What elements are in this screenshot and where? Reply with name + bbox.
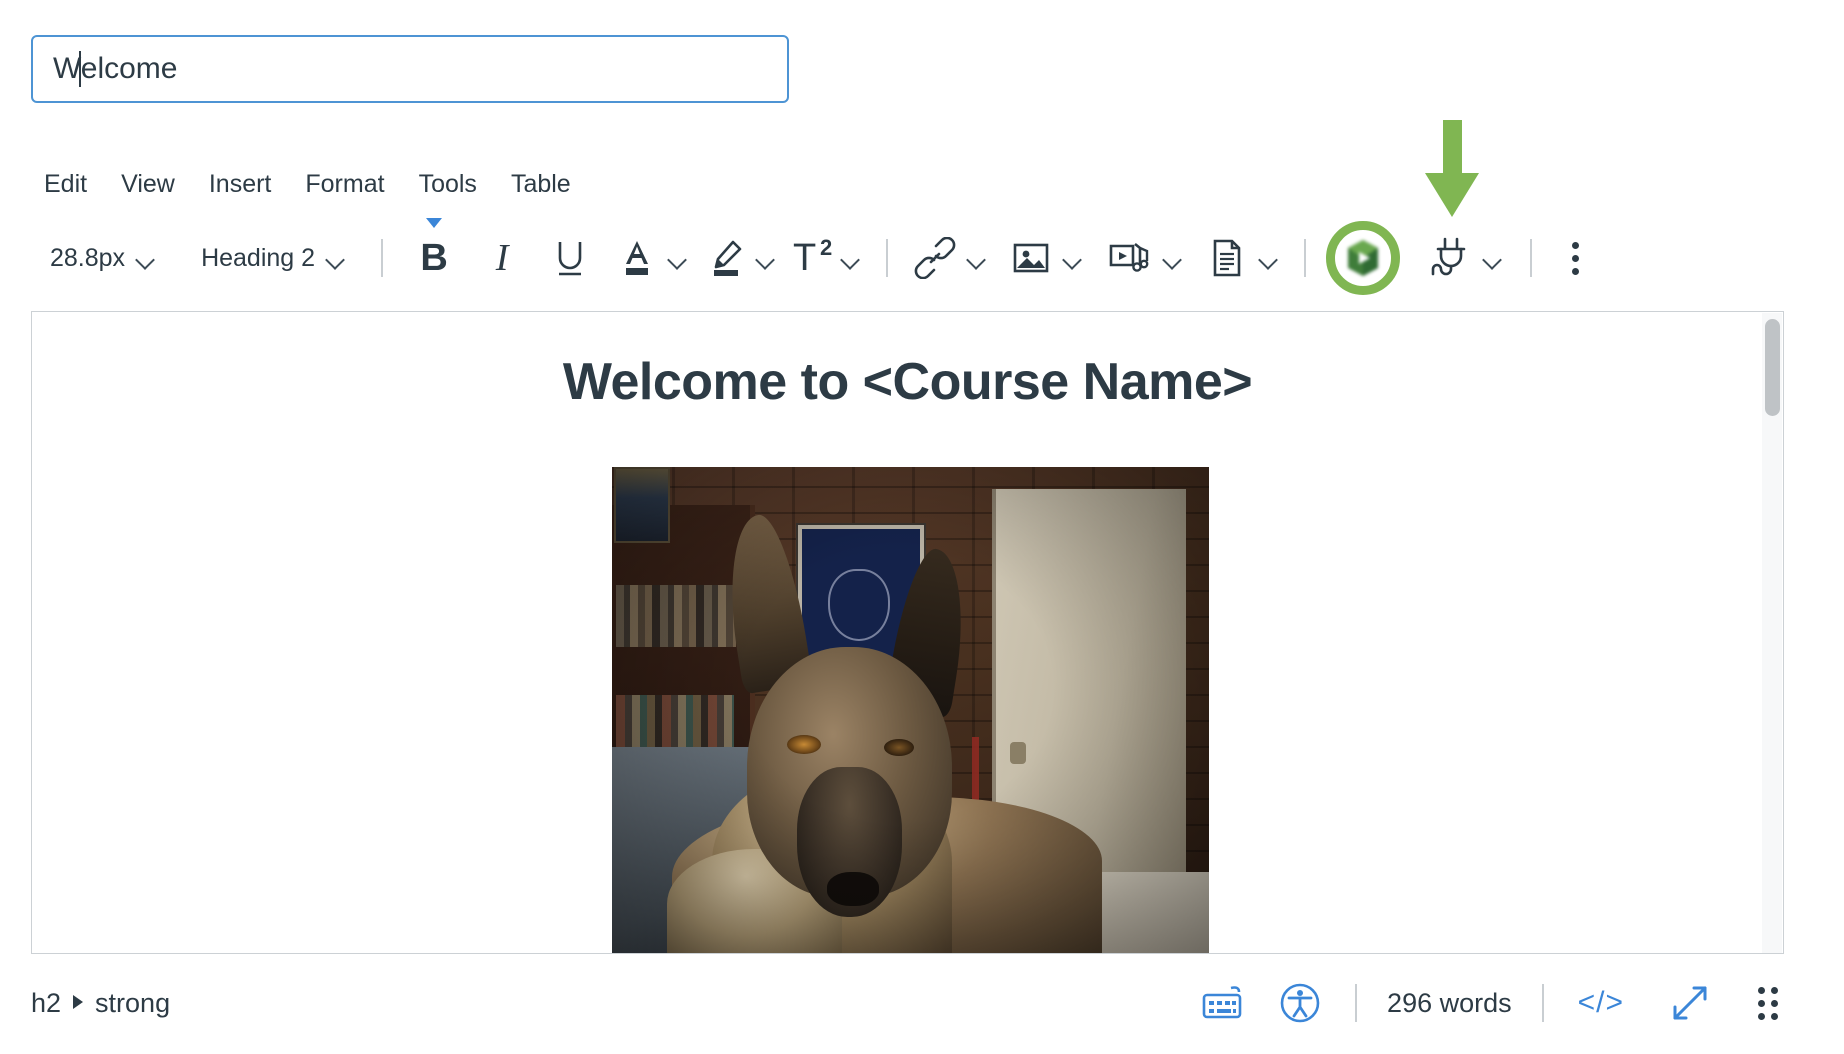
font-size-dropdown[interactable]: 28.8px [44,234,161,282]
toolbar-divider [1304,239,1307,277]
media-button[interactable] [1106,234,1182,282]
underline-button[interactable] [541,234,599,282]
superscript-icon: T [793,236,817,279]
underline-icon [558,242,582,276]
menu-view[interactable]: View [121,167,175,201]
kebab-menu-icon [1572,241,1580,275]
text-color-button[interactable] [617,234,687,282]
word-count: 296 words [1387,987,1512,1018]
superscript-button[interactable]: T 2 [793,234,860,282]
accessibility-checker-button[interactable] [1279,982,1321,1024]
link-icon [914,237,956,279]
studio-record-icon [1348,240,1379,276]
editor-menubar: Edit View Insert Format Tools Table [44,167,571,201]
toolbar-overflow-button[interactable] [1572,234,1580,282]
chevron-down-icon[interactable] [1164,253,1182,263]
editor-scrollbar-thumb[interactable] [1765,319,1780,416]
italic-icon: I [495,237,509,279]
active-indicator-icon [426,218,443,228]
bold-button[interactable]: B [405,218,463,282]
superscript-exponent: 2 [820,234,833,260]
annotation-highlight-ring [1326,221,1401,295]
document-heading: Welcome to <Course Name> [562,353,1253,411]
document-icon [1213,239,1241,277]
document-button[interactable] [1206,234,1278,282]
keyboard-shortcuts-button[interactable] [1201,984,1247,1022]
toolbar-divider [1530,239,1533,277]
fullscreen-icon [1673,986,1707,1020]
italic-button[interactable]: I [473,234,531,282]
menu-tools[interactable]: Tools [419,167,477,201]
annotation-arrow-icon [1425,120,1479,217]
toolbar-divider [886,239,889,277]
resize-handle[interactable] [1758,986,1778,1020]
element-path-strong[interactable]: strong [95,988,170,1019]
editor-scrollbar[interactable] [1762,313,1782,953]
code-icon: </> [1577,986,1624,1019]
chevron-down-icon[interactable] [669,253,687,263]
block-format-dropdown[interactable]: Heading 2 [195,234,351,282]
image-button[interactable] [1010,234,1082,282]
accessibility-icon [1280,983,1320,1023]
media-icon [1109,242,1149,272]
resize-grip-icon [1758,986,1778,1020]
path-separator-icon [73,995,84,1009]
editor-toolbar: 28.8px Heading 2 B I T 2 [44,218,1784,295]
editor-statusbar: h2 strong 296 words </> [31,970,1784,1036]
page-title-input[interactable] [31,35,789,103]
chevron-down-icon [327,253,345,263]
rich-content-editor-body[interactable]: Welcome to <Course Name> [31,311,1784,954]
menu-format[interactable]: Format [305,167,384,201]
chevron-down-icon[interactable] [1260,253,1278,263]
toolbar-divider [381,239,384,277]
font-size-value: 28.8px [50,243,126,272]
block-format-value: Heading 2 [201,243,316,272]
studio-record-button[interactable] [1326,221,1401,295]
statusbar-divider [1355,984,1358,1022]
chevron-down-icon[interactable] [1064,253,1082,263]
highlight-icon [714,240,742,276]
plug-icon [1431,237,1466,276]
element-path-h2[interactable]: h2 [31,988,61,1019]
chevron-down-icon[interactable] [757,253,775,263]
image-icon [1013,243,1049,273]
menu-table[interactable]: Table [511,167,571,201]
fullscreen-button[interactable] [1668,981,1712,1025]
apps-button[interactable] [1430,234,1502,282]
page-title-field-wrapper [31,35,789,103]
chevron-down-icon [137,253,155,263]
text-color-icon [626,241,649,275]
chevron-down-icon[interactable] [842,253,860,263]
text-caret [79,51,81,87]
chevron-down-icon[interactable] [968,253,986,263]
menu-edit[interactable]: Edit [44,167,87,201]
highlight-button[interactable] [705,234,775,282]
html-editor-button[interactable]: </> [1578,986,1624,1020]
statusbar-divider [1541,984,1544,1022]
menu-insert[interactable]: Insert [209,167,272,201]
document-image[interactable] [612,467,1209,953]
keyboard-icon [1202,986,1242,1019]
chevron-down-icon[interactable] [1484,253,1502,263]
bold-icon: B [420,237,448,279]
link-button[interactable] [914,234,986,282]
